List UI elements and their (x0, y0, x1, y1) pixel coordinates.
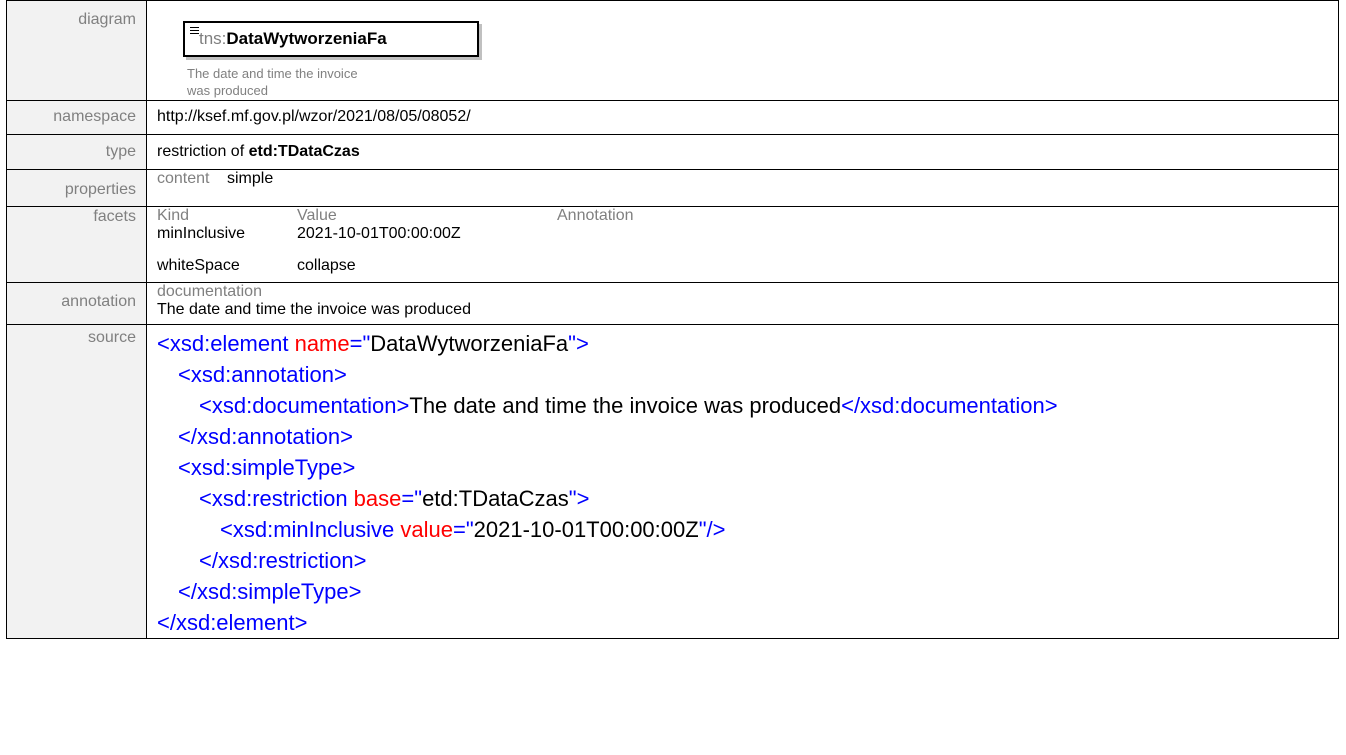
facets-label-cell: facets (6, 206, 147, 283)
facets-header-kind: Kind (157, 207, 190, 224)
properties-row: properties content simple (6, 169, 1339, 207)
element-doc-line: The date and time the invoice (187, 66, 358, 81)
facets-table: Kind Value Annotation minInclusive 2021-… (147, 207, 634, 275)
source-row: source <xsd:element name="DataWytworzeni… (6, 324, 1339, 639)
diagram: tns:DataWytworzeniaFa The date and time … (157, 1, 1338, 100)
element-content-icon (190, 27, 199, 35)
namespace-label-cell: namespace (6, 100, 147, 135)
element-doc-line: was produced (187, 83, 268, 98)
element-name: tns:DataWytworzeniaFa (199, 29, 387, 49)
properties-label: properties (64, 181, 136, 198)
diagram-row: diagram tns:DataWytworzeniaFa The date a… (6, 0, 1339, 101)
type-value: restriction of etd:TDataCzas (157, 135, 1338, 161)
annotation-label: annotation (61, 293, 136, 310)
type-label-cell: type (6, 134, 147, 170)
source-line: </xsd:annotation> (178, 424, 353, 449)
diagram-label: diagram (78, 11, 136, 28)
annotation-text: The date and time the invoice was produc… (157, 301, 471, 318)
facet-row: whiteSpace collapse (147, 257, 634, 275)
namespace-label: namespace (53, 108, 136, 125)
source-line: </xsd:element> (157, 610, 308, 635)
facets-label: facets (93, 208, 136, 225)
facets-header-annotation: Annotation (557, 207, 634, 224)
diagram-cell: tns:DataWytworzeniaFa The date and time … (146, 0, 1339, 101)
annotation-cell: documentation The date and time the invo… (146, 282, 1339, 325)
schema-doc-table: diagram tns:DataWytworzeniaFa The date a… (6, 0, 1339, 639)
facet-value: 2021-10-01T00:00:00Z (297, 225, 461, 242)
facet-annotation (557, 257, 634, 275)
source-line: </xsd:restriction> (199, 548, 367, 573)
source-line: <xsd:annotation> (178, 362, 347, 387)
facets-header: Kind Value Annotation (147, 207, 634, 224)
facet-annotation (557, 224, 634, 257)
property-key: content (157, 170, 210, 187)
type-row: type restriction of etd:TDataCzas (6, 134, 1339, 170)
source-line: <xsd:element name="DataWytworzeniaFa"> (157, 331, 589, 356)
type-base-link[interactable]: etd:TDataCzas (249, 143, 360, 160)
element-local-name: DataWytworzeniaFa (226, 29, 387, 48)
facet-value: collapse (297, 257, 356, 274)
type-label: type (105, 143, 136, 160)
diagram-label-cell: diagram (6, 0, 147, 101)
source-code: <xsd:element name="DataWytworzeniaFa"> <x… (157, 325, 1338, 638)
properties-label-cell: properties (6, 169, 147, 207)
element-prefix: tns: (199, 29, 227, 48)
element-box[interactable]: tns:DataWytworzeniaFa (183, 21, 479, 57)
source-label: source (87, 329, 136, 346)
source-line: <xsd:simpleType> (178, 455, 356, 480)
namespace-row: namespace http://ksef.mf.gov.pl/wzor/202… (6, 100, 1339, 135)
source-line: <xsd:restriction base="etd:TDataCzas"> (199, 486, 590, 511)
source-line: <xsd:documentation>The date and time the… (199, 393, 1058, 418)
namespace-cell: http://ksef.mf.gov.pl/wzor/2021/08/05/08… (146, 100, 1339, 135)
facet-kind: minInclusive (157, 225, 246, 242)
facet-row: minInclusive 2021-10-01T00:00:00Z (147, 224, 634, 257)
source-line: <xsd:minInclusive value="2021-10-01T00:0… (220, 517, 726, 542)
type-prefix: restriction of (157, 143, 249, 160)
annotation-head: documentation (157, 283, 262, 300)
facet-kind: whiteSpace (157, 257, 240, 274)
property-value: simple (227, 170, 274, 187)
facets-cell: Kind Value Annotation minInclusive 2021-… (146, 206, 1339, 283)
facets-row: facets Kind Value Annotation minInclusiv… (6, 206, 1339, 283)
source-cell: <xsd:element name="DataWytworzeniaFa"> <x… (146, 324, 1339, 639)
annotation-row: annotation documentation The date and ti… (6, 282, 1339, 325)
properties-cell: content simple (146, 169, 1339, 207)
facets-header-value: Value (297, 207, 337, 224)
source-label-cell: source (6, 324, 147, 639)
element-doc: The date and time the invoice was produc… (187, 65, 467, 99)
property-line: content simple (147, 170, 1338, 188)
source-line: </xsd:simpleType> (178, 579, 362, 604)
annotation-label-cell: annotation (6, 282, 147, 325)
type-cell: restriction of etd:TDataCzas (146, 134, 1339, 170)
namespace-value: http://ksef.mf.gov.pl/wzor/2021/08/05/08… (157, 108, 471, 125)
